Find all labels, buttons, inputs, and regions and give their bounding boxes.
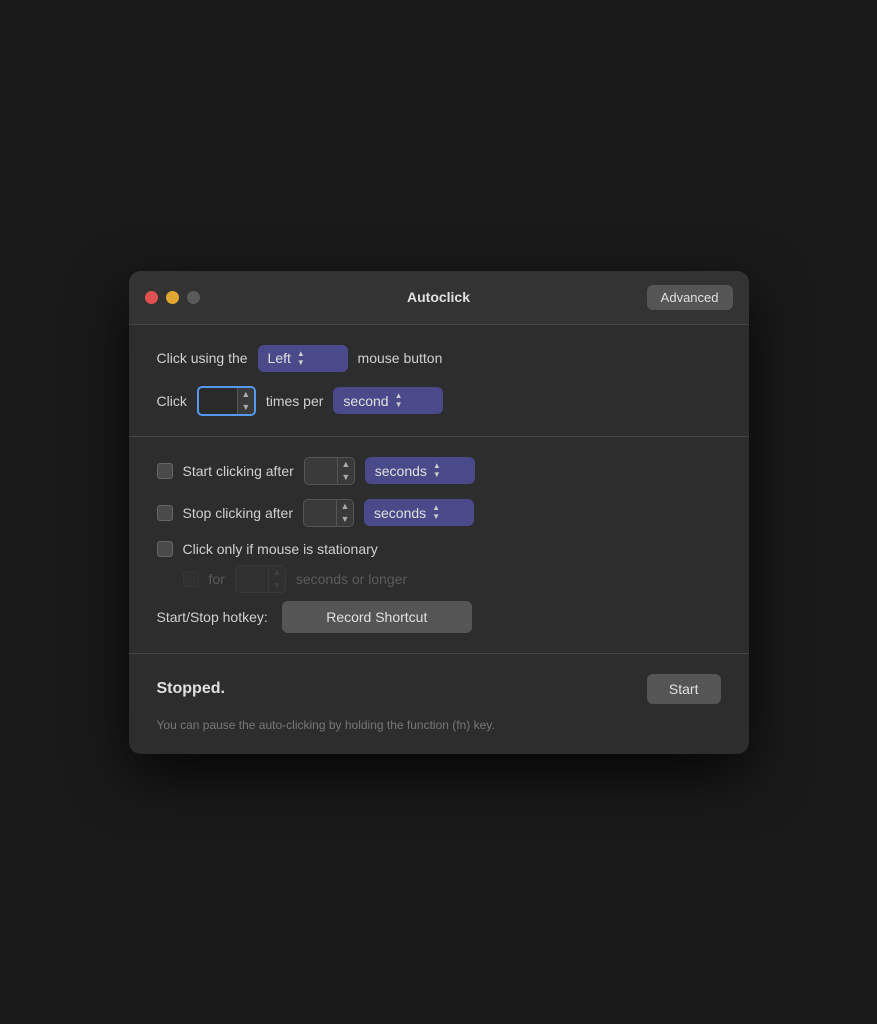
stationary-for-label: for [209, 571, 225, 587]
frequency-select[interactable]: second ▲ ▼ [333, 387, 443, 414]
start-after-label: Start clicking after [183, 463, 294, 479]
stationary-duration-arrows: ▲ ▼ [268, 566, 285, 592]
status-row: Stopped. Start [157, 674, 721, 704]
start-after-up[interactable]: ▲ [338, 458, 354, 471]
mouse-button-value: Left [268, 350, 291, 366]
stationary-duration-row: for 1 ▲ ▼ seconds or longer [157, 565, 721, 593]
stationary-suffix: seconds or longer [296, 571, 407, 587]
stationary-label: Click only if mouse is stationary [183, 541, 378, 557]
stop-after-checkbox[interactable] [157, 505, 173, 521]
start-after-checkbox[interactable] [157, 463, 173, 479]
stop-unit-select[interactable]: seconds ▲ ▼ [364, 499, 474, 526]
stationary-sub-checkbox[interactable] [183, 571, 199, 587]
stop-after-row: Stop clicking after 1 ▲ ▼ seconds ▲ ▼ [157, 499, 721, 527]
stop-after-down[interactable]: ▼ [337, 513, 353, 526]
maximize-button[interactable] [187, 291, 200, 304]
click-count-down[interactable]: ▼ [238, 401, 254, 414]
frequency-value: second [343, 393, 388, 409]
click-count-stepper[interactable]: 20 ▲ ▼ [197, 386, 256, 416]
mouse-button-arrows: ▲ ▼ [297, 350, 305, 367]
hotkey-row: Start/Stop hotkey: Record Shortcut [157, 601, 721, 633]
click-settings-section: Click using the Left ▲ ▼ mouse button Cl… [129, 325, 749, 437]
advanced-button[interactable]: Advanced [647, 285, 733, 310]
click-rate-row: Click 20 ▲ ▼ times per second ▲ ▼ [157, 386, 721, 416]
stop-after-stepper[interactable]: 1 ▲ ▼ [303, 499, 354, 527]
click-count-arrows: ▲ ▼ [237, 388, 254, 414]
stop-unit-value: seconds [374, 505, 426, 521]
minimize-button[interactable] [166, 291, 179, 304]
start-after-stepper[interactable]: 1 ▲ ▼ [304, 457, 355, 485]
autoclick-window: Autoclick Advanced Click using the Left … [129, 271, 749, 754]
stationary-down: ▼ [269, 579, 285, 592]
click-using-label: Click using the [157, 350, 248, 366]
times-per-label: times per [266, 393, 324, 409]
stationary-row: Click only if mouse is stationary [157, 541, 721, 557]
stationary-up: ▲ [269, 566, 285, 579]
titlebar: Autoclick Advanced [129, 271, 749, 325]
start-unit-value: seconds [375, 463, 427, 479]
status-text: Stopped. [157, 680, 225, 698]
stop-after-up[interactable]: ▲ [337, 500, 353, 513]
start-after-arrows: ▲ ▼ [337, 458, 354, 484]
stationary-checkbox[interactable] [157, 541, 173, 557]
start-unit-select[interactable]: seconds ▲ ▼ [365, 457, 475, 484]
mouse-button-row: Click using the Left ▲ ▼ mouse button [157, 345, 721, 372]
mouse-button-select[interactable]: Left ▲ ▼ [258, 345, 348, 372]
stationary-duration-input: 1 [236, 567, 268, 591]
stop-after-arrows: ▲ ▼ [336, 500, 353, 526]
timing-section: Start clicking after 1 ▲ ▼ seconds ▲ ▼ S… [129, 437, 749, 654]
hotkey-label: Start/Stop hotkey: [157, 609, 268, 625]
record-shortcut-button[interactable]: Record Shortcut [282, 601, 472, 633]
window-title: Autoclick [407, 289, 470, 305]
stationary-container: Click only if mouse is stationary for 1 … [157, 541, 721, 593]
click-count-input[interactable]: 20 [199, 389, 237, 413]
mouse-button-suffix: mouse button [358, 350, 443, 366]
start-after-down[interactable]: ▼ [338, 471, 354, 484]
start-after-input[interactable]: 1 [305, 459, 337, 483]
start-after-row: Start clicking after 1 ▲ ▼ seconds ▲ ▼ [157, 457, 721, 485]
click-label: Click [157, 393, 187, 409]
stop-after-label: Stop clicking after [183, 505, 294, 521]
frequency-arrows: ▲ ▼ [395, 392, 403, 409]
bottom-section: Stopped. Start You can pause the auto-cl… [129, 654, 749, 754]
stop-after-input[interactable]: 1 [304, 501, 336, 525]
traffic-lights [145, 291, 200, 304]
hint-text: You can pause the auto-clicking by holdi… [157, 716, 721, 734]
click-count-up[interactable]: ▲ [238, 388, 254, 401]
start-button[interactable]: Start [647, 674, 721, 704]
close-button[interactable] [145, 291, 158, 304]
stationary-duration-stepper: 1 ▲ ▼ [235, 565, 286, 593]
